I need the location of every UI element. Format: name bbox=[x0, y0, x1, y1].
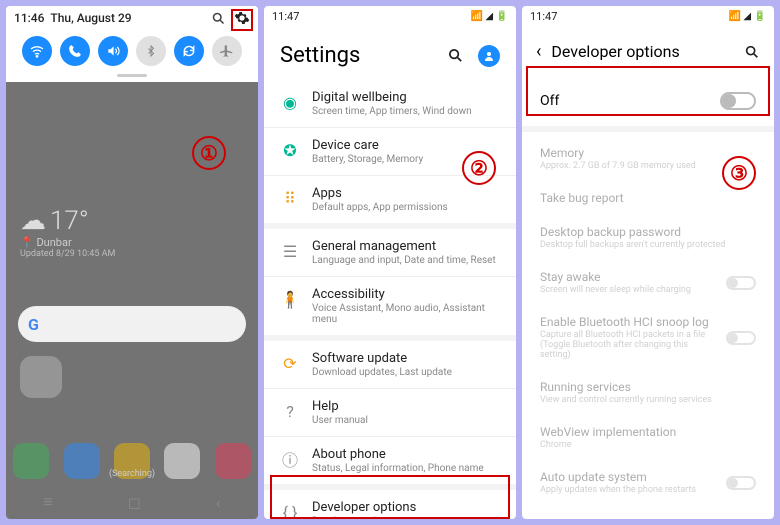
dev-item-backup-password[interactable]: Desktop backup passwordDesktop full back… bbox=[522, 215, 774, 260]
qs-wifi[interactable] bbox=[22, 36, 52, 66]
qs-airplane[interactable] bbox=[212, 36, 242, 66]
qs-sync[interactable] bbox=[174, 36, 204, 66]
dev-item-running-services[interactable]: Running servicesView and control current… bbox=[522, 370, 774, 415]
status-time-date: 11:46 Thu, August 29 bbox=[14, 11, 132, 25]
highlight-master-toggle bbox=[526, 66, 770, 116]
step-badge-1: ① bbox=[192, 136, 226, 170]
wellbeing-icon: ◉ bbox=[280, 92, 300, 112]
profile-avatar[interactable] bbox=[478, 45, 500, 67]
status-icons: 📶 ◢ 🔋 bbox=[728, 11, 766, 22]
nav-home-icon[interactable]: ◻ bbox=[128, 493, 141, 512]
settings-item-general[interactable]: ☰ General managementLanguage and input, … bbox=[264, 229, 516, 276]
about-icon: ⓘ bbox=[280, 449, 300, 469]
dev-item-bt-snoop[interactable]: Enable Bluetooth HCI snoop logCapture al… bbox=[522, 305, 774, 370]
help-icon: ? bbox=[280, 401, 300, 421]
dev-item-webview[interactable]: WebView implementationChrome bbox=[522, 415, 774, 460]
settings-list: ◉ Digital wellbeingScreen time, App time… bbox=[264, 80, 516, 519]
dev-item-stay-awake[interactable]: Stay awakeScreen will never sleep while … bbox=[522, 260, 774, 305]
search-icon[interactable] bbox=[447, 47, 464, 64]
bt-snoop-toggle[interactable] bbox=[726, 331, 756, 345]
page-title: Settings bbox=[280, 43, 360, 68]
update-icon: ⟳ bbox=[280, 353, 300, 373]
settings-item-update[interactable]: ⟳ Software updateDownload updates, Last … bbox=[264, 341, 516, 388]
weather-widget[interactable]: ☁17° 📍 Dunbar Updated 8/29 10:45 AM bbox=[20, 206, 115, 259]
search-icon[interactable] bbox=[211, 11, 226, 26]
quick-settings-row bbox=[14, 26, 250, 72]
qs-bluetooth[interactable] bbox=[136, 36, 166, 66]
nav-recent-icon[interactable]: ≡ bbox=[43, 492, 52, 512]
phone-panel-1: 11:46 Thu, August 29 ☁17° 📍 Dunbar Updat… bbox=[6, 6, 258, 519]
settings-item-accessibility[interactable]: 🧍 AccessibilityVoice Assistant, Mono aud… bbox=[264, 276, 516, 335]
step-badge-3: ③ bbox=[722, 156, 756, 190]
device-care-icon: ✪ bbox=[280, 140, 300, 160]
nav-back-icon[interactable]: ‹ bbox=[216, 493, 221, 512]
page-title: Developer options bbox=[551, 42, 734, 61]
settings-item-wellbeing[interactable]: ◉ Digital wellbeingScreen time, App time… bbox=[264, 80, 516, 127]
status-time: 11:47 bbox=[530, 10, 557, 23]
cloud-icon: ☁ bbox=[20, 206, 46, 236]
stay-awake-toggle[interactable] bbox=[726, 276, 756, 290]
general-icon: ☰ bbox=[280, 241, 300, 261]
google-g-icon: G bbox=[28, 315, 39, 334]
nav-bar: ≡ ◻ ‹ bbox=[6, 485, 258, 519]
settings-item-help[interactable]: ? HelpUser manual bbox=[264, 388, 516, 436]
qs-volume[interactable] bbox=[98, 36, 128, 66]
app-folder[interactable] bbox=[20, 356, 62, 398]
qs-call[interactable] bbox=[60, 36, 90, 66]
back-icon[interactable]: ‹ bbox=[536, 41, 541, 62]
highlight-settings-gear bbox=[231, 9, 253, 31]
phone-panel-2: 11:47 📶 ◢ 🔋 Settings ◉ Digital wellbeing… bbox=[264, 6, 516, 519]
search-icon[interactable] bbox=[744, 44, 760, 60]
status-time: 11:47 bbox=[272, 10, 299, 23]
phone-panel-3: 11:47 📶 ◢ 🔋 ‹ Developer options Off Memo… bbox=[522, 6, 774, 519]
status-icons: 📶 ◢ 🔋 bbox=[470, 11, 508, 22]
step-badge-2: ② bbox=[462, 151, 496, 185]
accessibility-icon: 🧍 bbox=[280, 289, 300, 309]
dev-item-auto-update[interactable]: Auto update systemApply updates when the… bbox=[522, 460, 774, 505]
google-search-bar[interactable]: G bbox=[18, 306, 246, 342]
searching-label: (Searching) bbox=[6, 469, 258, 479]
auto-update-toggle[interactable] bbox=[726, 476, 756, 490]
apps-icon: ⠿ bbox=[280, 188, 300, 208]
highlight-developer-options bbox=[270, 475, 510, 519]
drag-handle[interactable] bbox=[117, 74, 147, 77]
